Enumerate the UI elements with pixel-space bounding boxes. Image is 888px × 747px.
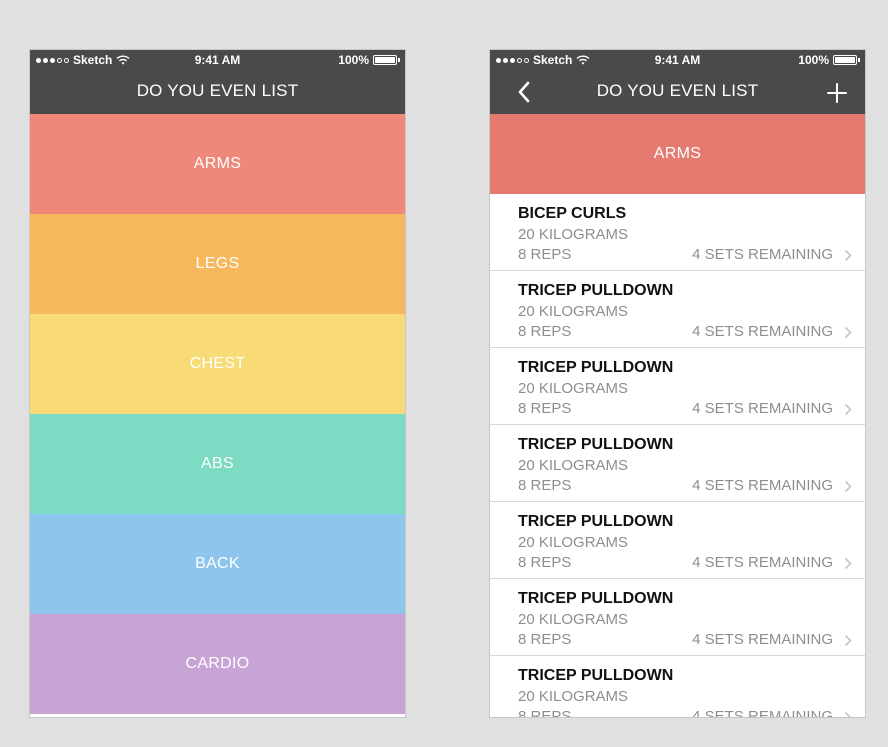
plus-icon[interactable] — [827, 83, 847, 103]
exercise-weight: 20 KILOGRAMS — [518, 611, 629, 628]
chevron-right-icon — [844, 634, 852, 647]
exercise-name: TRICEP PULLDOWN — [518, 436, 674, 453]
section-header: ARMS — [490, 114, 865, 194]
battery-percent: 100% — [798, 53, 829, 67]
navigation-bar: Sketch 9:41 AM 100% DO YOU EVEN LIST — [30, 50, 405, 114]
battery-icon — [373, 55, 397, 65]
app-title: DO YOU EVEN LIST — [136, 81, 299, 100]
exercise-list: BICEP CURLS 20 KILOGRAMS 8 REPS 4 SETS REMA… — [490, 194, 865, 717]
status-bar: Sketch 9:41 AM 100% — [30, 50, 405, 70]
category-chest[interactable]: CHEST — [30, 314, 405, 414]
exercise-sets-remaining: 4 SETS REMAINING — [692, 246, 833, 263]
exercise-weight: 20 KILOGRAMS — [518, 303, 629, 320]
exercise-sets-remaining: 4 SETS REMAINING — [692, 323, 833, 340]
exercise-weight: 20 KILOGRAMS — [518, 688, 629, 705]
exercise-weight: 20 KILOGRAMS — [518, 380, 629, 397]
exercise-name: TRICEP PULLDOWN — [518, 513, 674, 530]
exercise-row[interactable]: BICEP CURLS 20 KILOGRAMS 8 REPS 4 SETS REMA… — [490, 194, 865, 271]
chevron-right-icon — [844, 480, 852, 493]
exercise-row[interactable]: TRICEP PULLDOWN 20 KILOGRAMS 8 REPS 4 SETS … — [490, 425, 865, 502]
exercise-row[interactable]: TRICEP PULLDOWN 20 KILOGRAMS 8 REPS 4 SETS … — [490, 502, 865, 579]
app-title: DO YOU EVEN LIST — [596, 81, 759, 100]
exercise-name: TRICEP PULLDOWN — [518, 667, 674, 684]
status-bar: Sketch 9:41 AM 100% — [490, 50, 865, 70]
exercise-weight: 20 KILOGRAMS — [518, 534, 629, 551]
exercise-reps: 8 REPS — [518, 631, 572, 648]
chevron-right-icon — [844, 711, 852, 717]
exercise-row[interactable]: TRICEP PULLDOWN 20 KILOGRAMS 8 REPS 4 SETS … — [490, 271, 865, 348]
chevron-right-icon — [844, 403, 852, 416]
exercise-reps: 8 REPS — [518, 708, 572, 717]
exercise-name: TRICEP PULLDOWN — [518, 282, 674, 299]
exercise-sets-remaining: 4 SETS REMAINING — [692, 554, 833, 571]
status-right: 100% — [798, 53, 860, 67]
category-cardio[interactable]: CARDIO — [30, 614, 405, 714]
exercise-sets-remaining: 4 SETS REMAINING — [692, 400, 833, 417]
battery-icon — [833, 55, 857, 65]
chevron-right-icon — [844, 326, 852, 339]
exercise-name: BICEP CURLS — [518, 205, 627, 222]
battery-tip — [398, 58, 400, 62]
exercise-row[interactable]: TRICEP PULLDOWN 20 KILOGRAMS 8 REPS 4 SETS … — [490, 579, 865, 656]
category-back[interactable]: BACK — [30, 514, 405, 614]
category-abs[interactable]: ABS — [30, 414, 405, 514]
exercise-reps: 8 REPS — [518, 554, 572, 571]
exercise-name: TRICEP PULLDOWN — [518, 359, 674, 376]
category-screen: Sketch 9:41 AM 100% DO YOU EVEN LIST ARM… — [30, 50, 405, 717]
exercise-reps: 8 REPS — [518, 246, 572, 263]
exercise-row[interactable]: TRICEP PULLDOWN 20 KILOGRAMS 8 REPS 4 SETS … — [490, 656, 865, 717]
exercise-row[interactable]: TRICEP PULLDOWN 20 KILOGRAMS 8 REPS 4 SETS … — [490, 348, 865, 425]
exercise-weight: 20 KILOGRAMS — [518, 226, 629, 243]
exercise-reps: 8 REPS — [518, 477, 572, 494]
exercise-name: TRICEP PULLDOWN — [518, 590, 674, 607]
exercise-reps: 8 REPS — [518, 400, 572, 417]
category-list: ARMS LEGS CHEST ABS BACK CARDIO — [30, 114, 405, 714]
chevron-right-icon — [844, 557, 852, 570]
chevron-right-icon — [844, 249, 852, 262]
exercise-weight: 20 KILOGRAMS — [518, 457, 629, 474]
exercise-sets-remaining: 4 SETS REMAINING — [692, 708, 833, 717]
status-right: 100% — [338, 53, 400, 67]
category-arms[interactable]: ARMS — [30, 114, 405, 214]
navigation-bar: Sketch 9:41 AM 100% DO YOU EVEN LIST — [490, 50, 865, 114]
exercise-sets-remaining: 4 SETS REMAINING — [692, 477, 833, 494]
battery-percent: 100% — [338, 53, 369, 67]
exercise-reps: 8 REPS — [518, 323, 572, 340]
exercise-screen: Sketch 9:41 AM 100% DO YOU EVEN LIST ARM… — [490, 50, 865, 717]
battery-level — [375, 57, 395, 63]
exercise-sets-remaining: 4 SETS REMAINING — [692, 631, 833, 648]
category-legs[interactable]: LEGS — [30, 214, 405, 314]
battery-tip — [858, 58, 860, 62]
battery-level — [835, 57, 855, 63]
